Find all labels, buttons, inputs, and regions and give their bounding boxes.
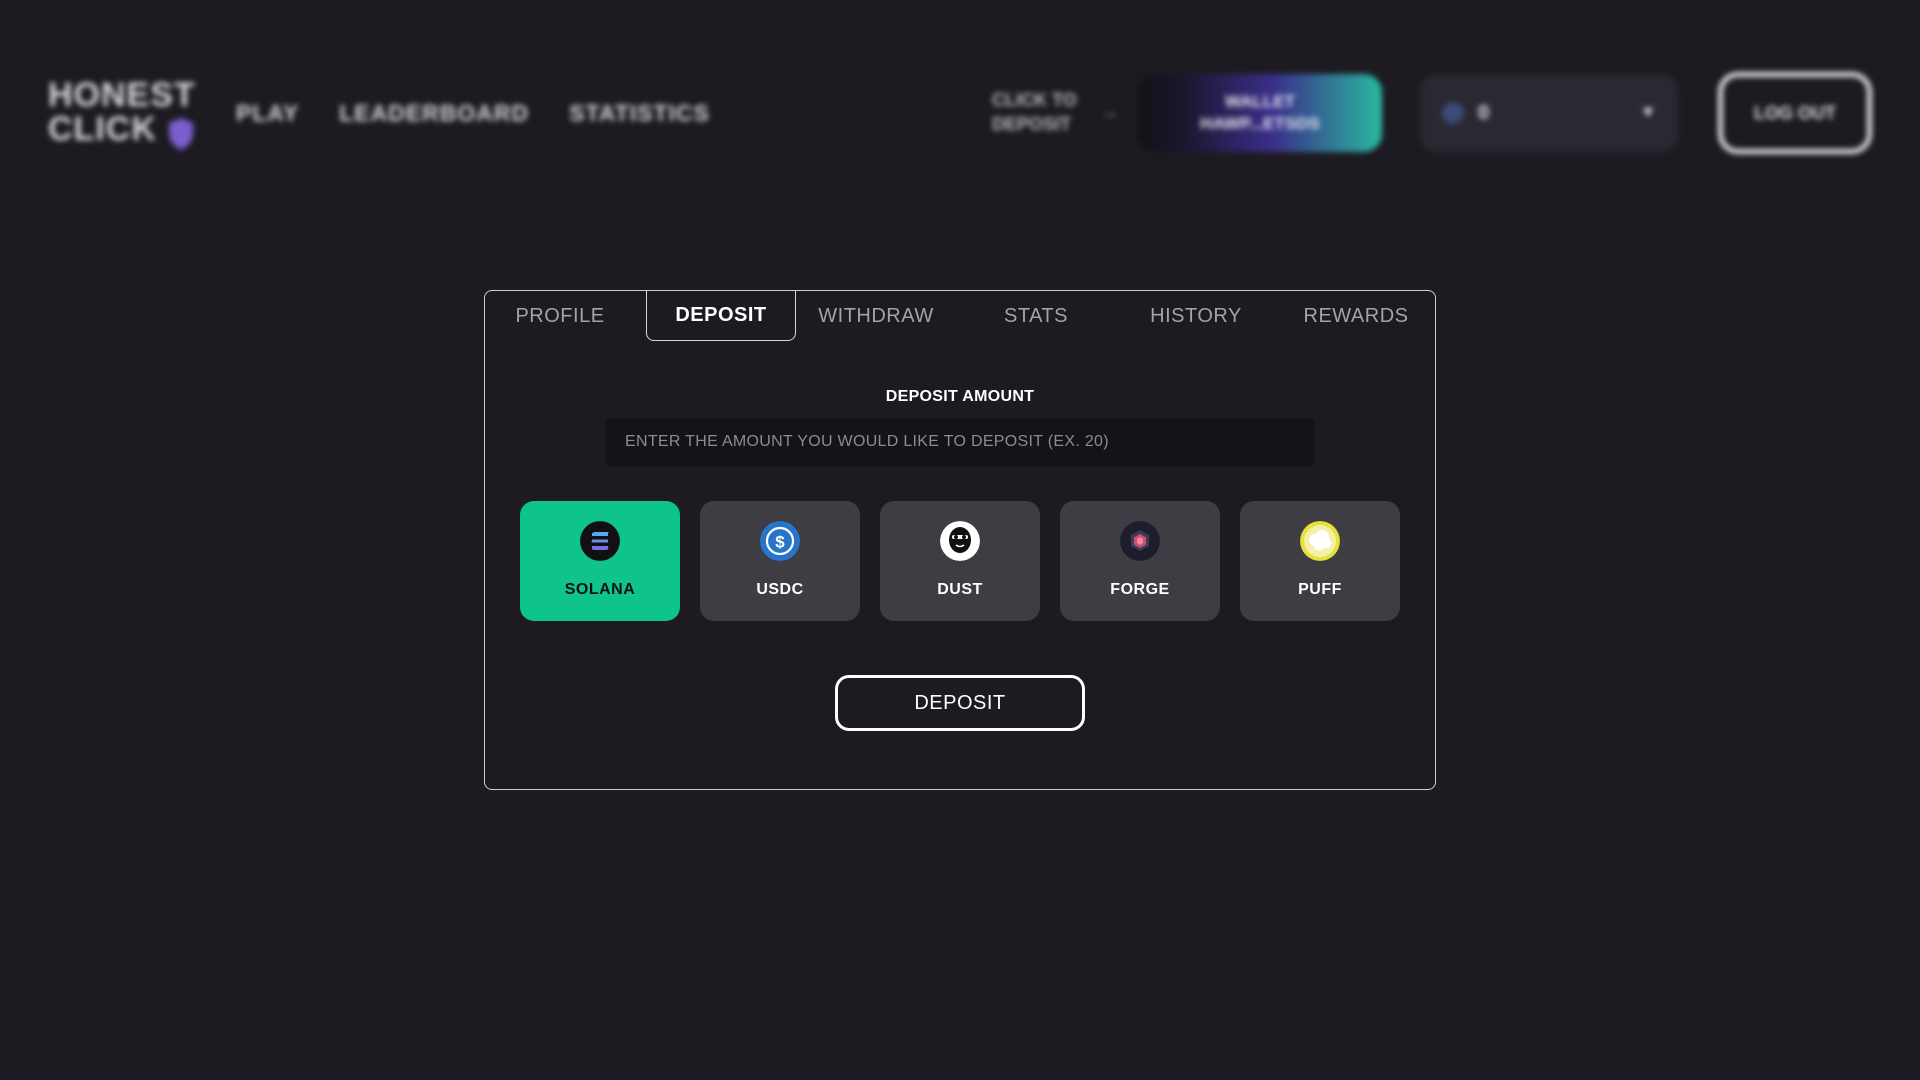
tab-history[interactable]: HISTORY	[1116, 291, 1276, 341]
tab-stats[interactable]: STATS	[956, 291, 1116, 341]
nav-play[interactable]: PLAY	[236, 100, 299, 127]
coin-name: FORGE	[1110, 581, 1170, 598]
main-nav: PLAY LEADERBOARD STATISTICS	[236, 100, 710, 127]
wallet-button[interactable]: WALLET HAWP...ETSDS	[1138, 74, 1382, 152]
wallet-label: WALLET	[1225, 92, 1295, 111]
svg-text:$: $	[775, 533, 785, 552]
account-panel: PROFILE DEPOSIT WITHDRAW STATS HISTORY R…	[484, 290, 1436, 790]
coin-selector: SOLANA $ USDC DUST FORGE PUFF	[520, 501, 1400, 621]
wallet-address: HAWP...ETSDS	[1200, 114, 1320, 133]
coin-option-dust[interactable]: DUST	[880, 501, 1040, 621]
balance-value: 0	[1478, 102, 1490, 124]
deposit-amount-input[interactable]	[605, 418, 1315, 466]
tab-profile[interactable]: PROFILE	[485, 291, 635, 341]
honest-click-logo[interactable]: HONEST CLICK	[48, 78, 200, 152]
solana-icon	[580, 521, 620, 561]
coin-icon	[1442, 102, 1464, 124]
arrow-right-icon: →	[1100, 102, 1118, 122]
deposit-amount-label: DEPOSIT AMOUNT	[885, 388, 1035, 405]
coin-name: USDC	[756, 581, 804, 598]
deposit-submit-button[interactable]: DEPOSIT	[835, 675, 1085, 731]
shield-icon	[169, 118, 193, 150]
coin-option-forge[interactable]: FORGE	[1060, 501, 1220, 621]
coin-option-usdc[interactable]: $ USDC	[700, 501, 860, 621]
chevron-down-icon: ▼	[1640, 104, 1656, 121]
usdc-icon: $	[760, 521, 800, 561]
dust-icon	[940, 521, 980, 561]
tab-rewards[interactable]: REWARDS	[1276, 291, 1436, 341]
puff-icon	[1300, 521, 1340, 561]
coin-name: SOLANA	[564, 581, 636, 598]
coin-option-solana[interactable]: SOLANA	[520, 501, 680, 621]
coin-option-puff[interactable]: PUFF	[1240, 501, 1400, 621]
tab-deposit[interactable]: DEPOSIT	[646, 290, 796, 341]
forge-icon	[1120, 521, 1160, 561]
top-navbar: HONEST CLICK PLAY LEADERBOARD STATISTICS…	[0, 0, 1920, 180]
nav-statistics[interactable]: STATISTICS	[569, 100, 710, 127]
account-tabs: PROFILE DEPOSIT WITHDRAW STATS HISTORY R…	[485, 290, 1436, 341]
balance-selector[interactable]: 0 ▼	[1420, 74, 1678, 152]
tab-withdraw[interactable]: WITHDRAW	[796, 291, 956, 341]
coin-name: PUFF	[1298, 581, 1342, 598]
coin-name: DUST	[937, 581, 983, 598]
nav-leaderboard[interactable]: LEADERBOARD	[339, 100, 529, 127]
logo-line-1: HONEST	[48, 76, 196, 114]
logout-button[interactable]: LOG OUT	[1718, 72, 1872, 154]
